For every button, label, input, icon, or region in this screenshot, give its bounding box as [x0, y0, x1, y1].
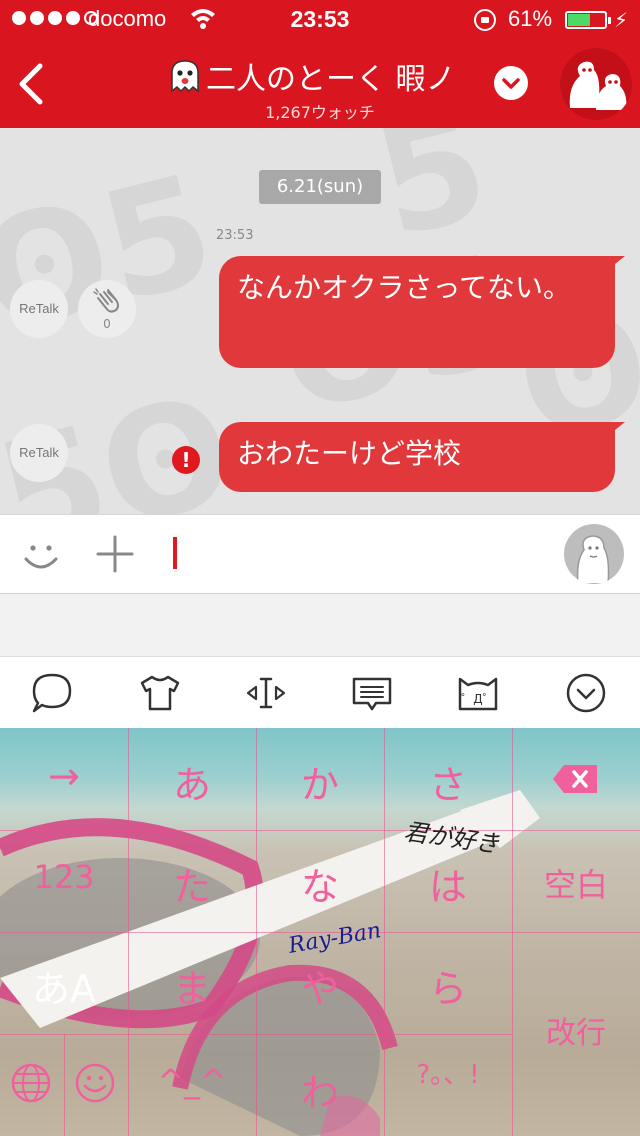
key-arrow[interactable]: →	[0, 754, 128, 798]
kaomoji-icon[interactable]: ゜Д゜	[456, 671, 500, 715]
charging-icon: ⚡	[614, 8, 629, 32]
add-attachment-icon[interactable]	[96, 535, 134, 573]
flick-keyboard: Ray-Ban 君が好き → あ か さ 123 た な は 空白 あA ま や…	[0, 728, 640, 1136]
message-bubble[interactable]: なんかオクラさってない。	[219, 256, 625, 368]
ghost-icon	[171, 60, 199, 93]
cursor-move-icon[interactable]	[244, 671, 288, 715]
message-input[interactable]	[180, 529, 540, 581]
space-key[interactable]: 空白	[512, 860, 640, 906]
template-message-icon[interactable]	[350, 671, 394, 715]
battery-percent: 61%	[508, 6, 553, 31]
collapse-keyboard-icon[interactable]	[564, 671, 608, 715]
status-bar: docomo 23:53 61% ⚡	[0, 0, 640, 40]
message-bubble[interactable]: おわたーけど学校	[219, 422, 625, 492]
message-timestamp: 23:53	[216, 228, 254, 243]
speech-bubble-icon[interactable]	[30, 671, 74, 715]
key-ka[interactable]: か	[256, 754, 384, 809]
key-numbers[interactable]: 123	[0, 858, 128, 896]
group-avatar[interactable]	[560, 48, 632, 120]
battery-icon	[565, 11, 611, 29]
return-key[interactable]: 改行	[512, 1008, 640, 1052]
clap-count: 0	[103, 317, 111, 331]
emoji-keyboard-icon[interactable]	[74, 1062, 116, 1104]
message-text: おわたーけど学校	[237, 437, 462, 470]
spacer	[0, 594, 640, 656]
tshirt-icon[interactable]	[138, 671, 182, 715]
header-bar: docomo 23:53 61% ⚡ 二人のとーく 暇ノ 1,267ウォッチ	[0, 0, 640, 128]
key-ma[interactable]: ま	[128, 958, 256, 1013]
user-icon	[576, 535, 610, 584]
title-fade	[456, 52, 492, 96]
key-divider	[0, 830, 640, 831]
date-separator: 6.21(sun)	[259, 170, 381, 204]
key-ha[interactable]: は	[384, 856, 512, 911]
clap-hands-icon	[93, 288, 119, 313]
backspace-icon[interactable]	[552, 764, 598, 794]
key-wa[interactable]: わ	[256, 1062, 384, 1117]
clap-button[interactable]: 0	[78, 280, 136, 338]
chat-area[interactable]: ʘ5 5 ʘ5 ʘ 5ʘ 6.21(sun) 23:53 ReTalk 0 なん…	[0, 128, 640, 514]
key-a[interactable]: あ	[128, 754, 256, 809]
people-icon	[569, 61, 627, 110]
chevron-down-icon	[502, 78, 520, 89]
key-ya[interactable]: や	[256, 958, 384, 1013]
message-text: なんかオクラさってない。	[237, 271, 572, 304]
retalk-button[interactable]: ReTalk	[10, 280, 68, 338]
key-na[interactable]: な	[256, 856, 384, 911]
text-cursor	[173, 537, 177, 569]
key-sa[interactable]: さ	[384, 754, 512, 809]
send-error-icon[interactable]: !	[172, 446, 200, 474]
key-ra[interactable]: ら	[384, 958, 512, 1013]
key-ta[interactable]: た	[128, 856, 256, 911]
watch-count: 1,267ウォッチ	[265, 103, 375, 122]
chat-title[interactable]: 二人のとーく 暇ノ	[168, 54, 488, 94]
emoji-icon[interactable]	[22, 537, 60, 575]
key-input-mode[interactable]: あA	[0, 958, 128, 1013]
chat-title-text: 二人のとーく 暇ノ	[206, 62, 456, 94]
user-avatar[interactable]	[564, 524, 624, 584]
keyboard-toolbar: ゜Д゜	[0, 656, 640, 728]
message-input-bar	[0, 514, 640, 594]
key-divider	[64, 1034, 65, 1136]
rotation-lock-icon	[474, 9, 496, 31]
globe-icon[interactable]	[10, 1062, 52, 1104]
key-punctuation[interactable]: ?。、!	[384, 1054, 512, 1091]
dropdown-button[interactable]	[494, 66, 528, 100]
key-kaomoji[interactable]: ^_^	[128, 1062, 256, 1100]
svg-text:゜Д゜: ゜Д゜	[461, 692, 494, 706]
key-divider	[0, 1034, 512, 1035]
retalk-button[interactable]: ReTalk	[10, 424, 68, 482]
